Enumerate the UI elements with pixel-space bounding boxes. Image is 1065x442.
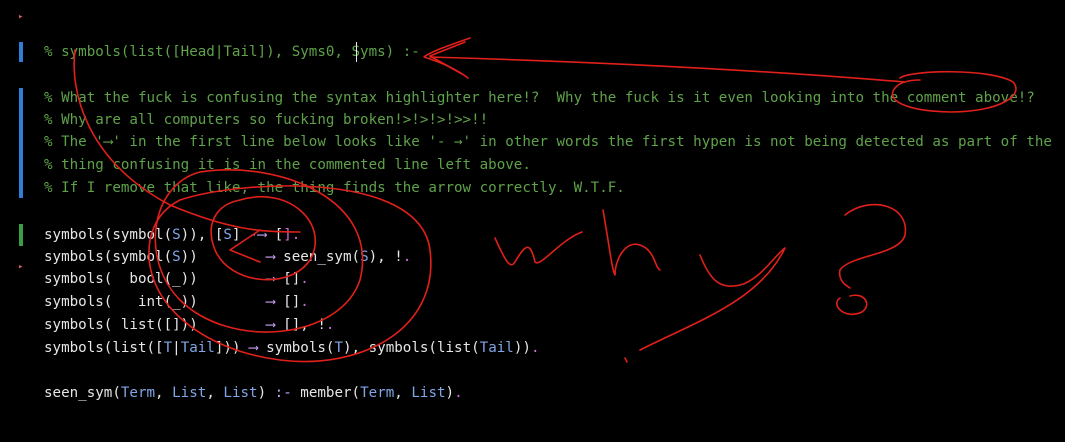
annotation-circle-inner bbox=[210, 195, 316, 281]
annotation-circle-outer bbox=[148, 185, 432, 363]
annotation-circle-middle bbox=[154, 169, 364, 333]
annotation-swoop bbox=[73, 49, 301, 233]
red-scribble-annotations bbox=[73, 37, 1017, 363]
annotation-arrow-shaft bbox=[429, 56, 906, 83]
annotation-letter-w bbox=[494, 231, 583, 266]
annotation-question-curve bbox=[838, 203, 907, 289]
annotation-letter-h bbox=[602, 209, 661, 276]
annotation-question-dot bbox=[836, 294, 868, 315]
annotation-ellipse-comment bbox=[891, 70, 1017, 113]
annotation-letter-y bbox=[639, 247, 786, 351]
